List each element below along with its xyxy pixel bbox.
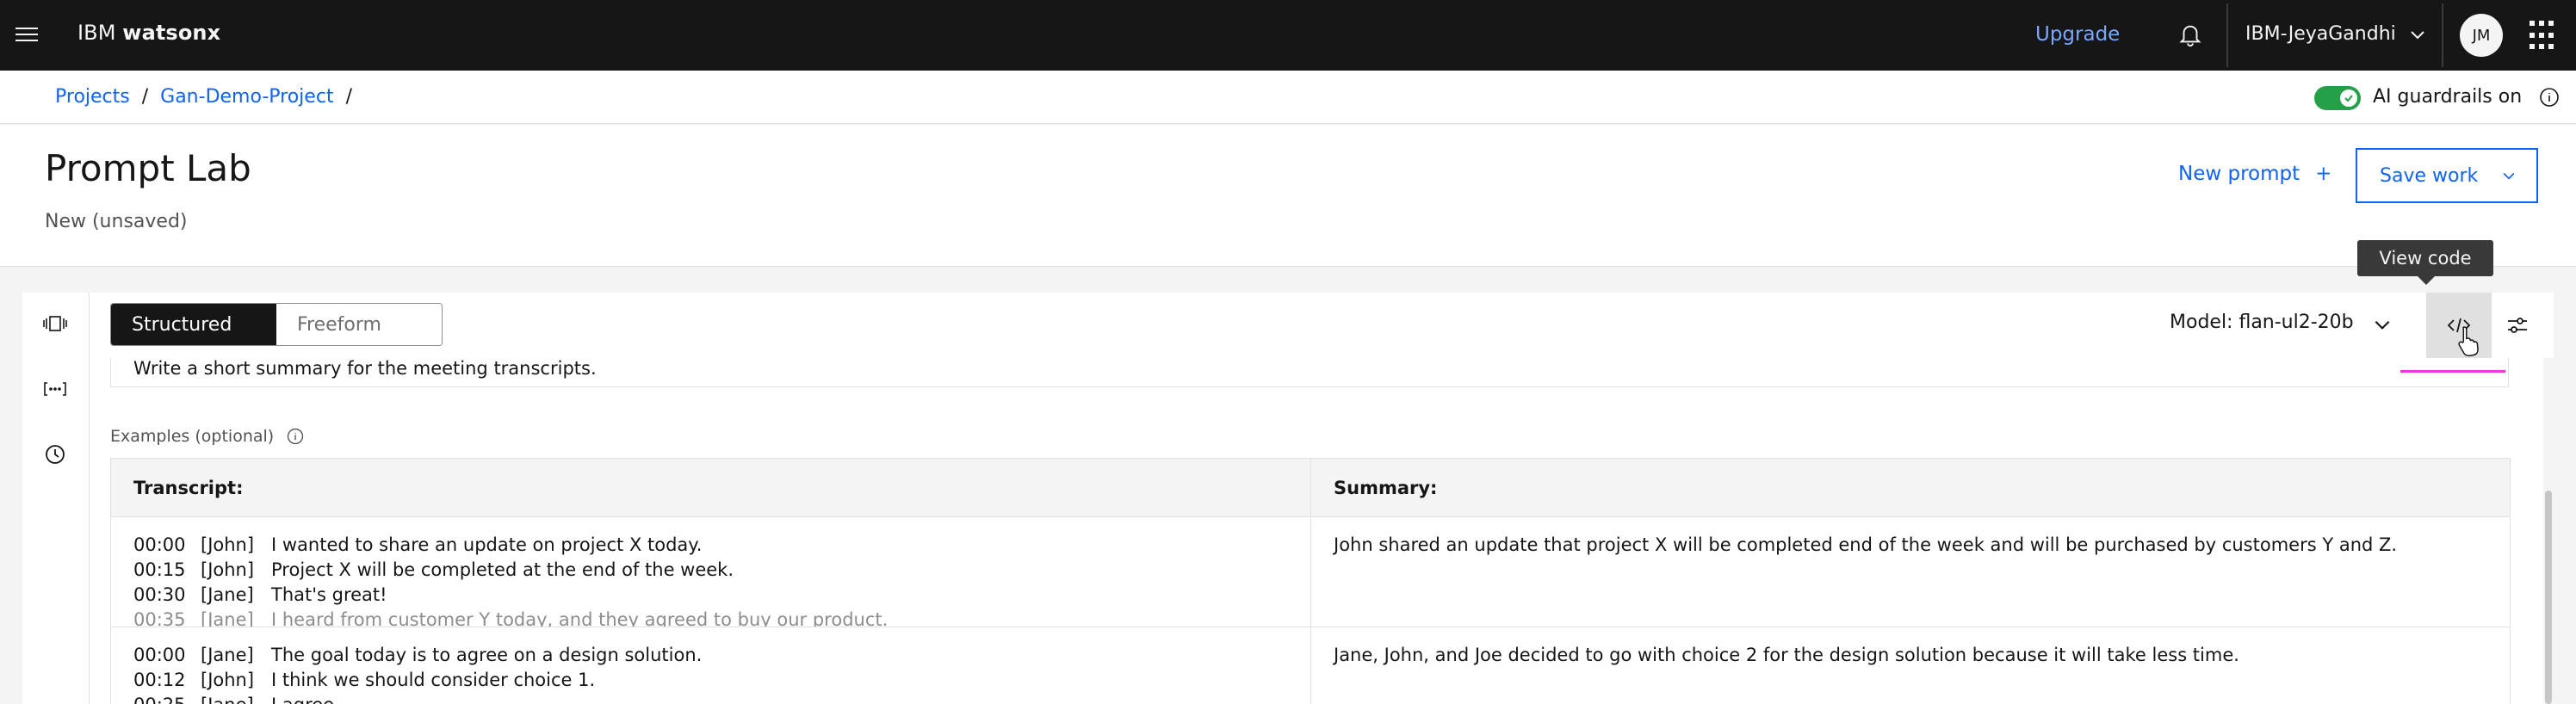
- scrollbar-thumb[interactable]: [2545, 491, 2552, 704]
- sample-prompts-icon[interactable]: [40, 308, 71, 339]
- breadcrumb-bar: Projects / Gan-Demo-Project / AI guardra…: [0, 71, 2576, 124]
- page-header: Prompt Lab New (unsaved) New prompt + Sa…: [0, 125, 2576, 267]
- prompt-workspace: Structured Freeform Model: flan-ul2-20b …: [90, 293, 2554, 704]
- table-header: Transcript: Summary:: [111, 459, 2510, 517]
- notification-icon[interactable]: [2173, 17, 2208, 52]
- summary-text: John shared an update that project X wil…: [1334, 534, 2398, 555]
- prompt-toolbar: Structured Freeform Model: flan-ul2-20b: [90, 293, 2554, 358]
- utterance: I agree: [271, 695, 334, 704]
- speaker: [John]: [201, 559, 255, 580]
- avatar[interactable]: JM: [2460, 14, 2503, 57]
- save-work-label: Save work: [2380, 164, 2479, 187]
- brand-product: watsonx: [122, 21, 221, 45]
- transcript-line: 00:15 [John] Project X will be completed a…: [133, 558, 1310, 583]
- divider: [2226, 3, 2228, 67]
- history-icon[interactable]: [40, 439, 71, 470]
- transcript-line: 00:12 [John] I think we should consider ch…: [133, 668, 1310, 693]
- timestamp: 00:35: [133, 609, 186, 627]
- sliders-icon[interactable]: [2500, 308, 2535, 343]
- summary-text: Jane, John, and Joe decided to go with c…: [1334, 645, 2239, 665]
- focus-underline: [2400, 370, 2505, 373]
- transcript-cell[interactable]: 00:00 [John] I wanted to share an update o…: [111, 517, 1310, 627]
- timestamp: 00:15: [133, 559, 186, 580]
- timestamp: 00:00: [133, 645, 186, 665]
- transcript-line: 00:30 [Jane] That's great!: [133, 583, 1310, 608]
- speaker: [Jane]: [201, 609, 254, 627]
- breadcrumb-projects[interactable]: Projects: [55, 86, 130, 108]
- speaker: [Jane]: [201, 584, 254, 605]
- guardrails-label: AI guardrails on: [2373, 86, 2523, 108]
- speaker: [Jane]: [201, 645, 254, 665]
- page-subtitle: New (unsaved): [45, 211, 188, 232]
- top-navigation-bar: IBM watsonx Upgrade IBM-JeyaGandhi JM: [0, 0, 2576, 71]
- new-prompt-button[interactable]: New prompt +: [2178, 163, 2331, 185]
- transcript-line: 00:00 [John] I wanted to share an update o…: [133, 533, 1310, 558]
- summary-cell[interactable]: John shared an update that project X wil…: [1310, 517, 2510, 627]
- summary-cell[interactable]: Jane, John, and Joe decided to go with c…: [1310, 627, 2510, 704]
- breadcrumb-separator: /: [345, 86, 352, 108]
- table-row: 00:00 [John] I wanted to share an update o…: [111, 517, 2510, 627]
- chevron-down-icon[interactable]: [2407, 24, 2428, 45]
- speaker: [John]: [201, 534, 255, 555]
- model-selector[interactable]: Model: flan-ul2-20b: [2170, 312, 2354, 333]
- transcript-line: 00:25[Jane]I agree: [133, 693, 1310, 704]
- checkmark-icon: [2340, 90, 2357, 107]
- transcript-line: 00:35 [Jane] I heard from customer Y today…: [133, 608, 1310, 627]
- account-selector[interactable]: IBM-JeyaGandhi: [2245, 23, 2396, 45]
- examples-table: Transcript: Summary: 00:00 [John] I wanted…: [110, 458, 2511, 704]
- utterance: I wanted to share an update on project X…: [271, 534, 703, 555]
- breadcrumb: Projects / Gan-Demo-Project /: [55, 86, 352, 108]
- brand-prefix: IBM: [77, 21, 116, 45]
- app-switcher-icon[interactable]: [2530, 21, 2561, 52]
- menu-icon[interactable]: [15, 19, 46, 50]
- information-icon[interactable]: [286, 427, 305, 446]
- tab-freeform[interactable]: Freeform: [276, 304, 442, 345]
- save-work-button[interactable]: Save work: [2356, 148, 2538, 203]
- utterance: I think we should consider choice 1.: [271, 670, 596, 690]
- tab-structured[interactable]: Structured: [111, 304, 276, 345]
- instruction-text: Write a short summary for the meeting tr…: [133, 358, 597, 379]
- column-header-transcript: Transcript:: [133, 478, 244, 498]
- mode-switcher: Structured Freeform: [110, 303, 443, 346]
- utterance: That's great!: [271, 584, 387, 605]
- timestamp: 00:12: [133, 670, 186, 690]
- examples-heading: Examples (optional): [110, 427, 305, 446]
- chevron-down-icon: [2503, 172, 2515, 180]
- column-header-summary: Summary:: [1310, 459, 2510, 516]
- transcript-cell[interactable]: 00:00 [Jane] The goal today is to agree on…: [111, 627, 1310, 704]
- brand-logo[interactable]: IBM watsonx: [77, 21, 220, 45]
- chevron-down-icon[interactable]: [2371, 313, 2393, 336]
- information-icon[interactable]: [2538, 86, 2561, 108]
- utterance: The goal today is to agree on a design s…: [271, 645, 703, 665]
- variables-icon[interactable]: [40, 374, 71, 404]
- upgrade-link[interactable]: Upgrade: [2035, 23, 2120, 46]
- new-prompt-label: New prompt: [2178, 163, 2300, 185]
- divider: [2442, 3, 2443, 67]
- breadcrumb-project[interactable]: Gan-Demo-Project: [160, 86, 333, 108]
- page-title: Prompt Lab: [45, 147, 251, 189]
- utterance: Project X will be completed at the end o…: [271, 559, 734, 580]
- plus-icon: +: [2315, 163, 2332, 185]
- view-code-tooltip: View code: [2357, 240, 2493, 285]
- utterance: I heard from customer Y today, and they …: [271, 609, 889, 627]
- transcript-line: 00:00 [Jane] The goal today is to agree on…: [133, 643, 1310, 668]
- prompt-lab-page: IBM watsonx Upgrade IBM-JeyaGandhi JM Pr…: [0, 0, 2576, 704]
- left-rail: [22, 293, 90, 704]
- pointer-cursor-icon: [2458, 326, 2479, 357]
- timestamp: 00:00: [133, 534, 186, 555]
- guardrails-toggle[interactable]: [2314, 86, 2361, 110]
- timestamp: 00:30: [133, 584, 186, 605]
- breadcrumb-separator: /: [141, 86, 149, 108]
- speaker: [Jane]: [201, 693, 271, 704]
- examples-label: Examples (optional): [110, 427, 275, 446]
- timestamp: 00:25: [133, 693, 201, 704]
- table-row: 00:00 [Jane] The goal today is to agree on…: [111, 627, 2510, 704]
- speaker: [John]: [201, 670, 255, 690]
